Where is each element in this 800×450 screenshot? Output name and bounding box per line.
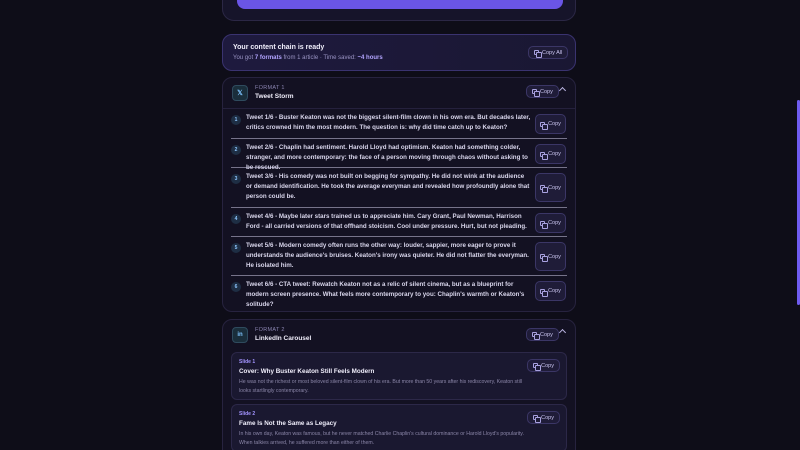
carousel-slide: Slide 1 Cover: Why Buster Keaton Still F… [231, 352, 567, 400]
format-label: FORMAT 1 [255, 85, 285, 91]
tweet-number: 2 [231, 145, 241, 155]
ready-subtitle: You got 7 formats from 1 article · Time … [233, 55, 383, 61]
chevron-up-icon[interactable] [558, 328, 567, 337]
tweet-text: Tweet 4/6 - Maybe later stars trained us… [246, 213, 527, 230]
slide-label: Slide 2 [239, 411, 256, 417]
generate-button[interactable] [237, 0, 563, 9]
tweet-number: 6 [231, 282, 241, 292]
tweet-item: 4 Tweet 4/6 - Maybe later stars trained … [231, 213, 567, 236]
tweet-text: Tweet 6/6 - CTA tweet: Rewatch Keaton no… [246, 281, 525, 308]
format-header[interactable]: 𝕏 FORMAT 1 Tweet Storm Copy [223, 78, 575, 108]
tweet-number: 1 [231, 115, 241, 125]
carousel-slide: Slide 2 Fame Is Not the Same as Legacy I… [231, 404, 567, 450]
copy-tweet-button[interactable]: Copy [535, 281, 566, 301]
format-name: LinkedIn Carousel [255, 335, 312, 342]
tweet-text: Tweet 3/6 - His comedy was not built on … [246, 173, 530, 200]
tweet-item: 6 Tweet 6/6 - CTA tweet: Rewatch Keaton … [231, 281, 567, 308]
copy-slide-button[interactable]: Copy [527, 411, 560, 424]
copy-icon [540, 288, 549, 297]
copy-icon [533, 363, 542, 371]
slide-body: He was not the richest or most beloved s… [239, 379, 523, 394]
copy-icon [540, 220, 549, 229]
format-name: Tweet Storm [255, 93, 294, 100]
tweet-number: 5 [231, 243, 241, 253]
format-label: FORMAT 2 [255, 327, 285, 333]
copy-icon [540, 151, 549, 160]
ready-title: Your content chain is ready [233, 44, 325, 51]
copy-icon [540, 121, 549, 130]
formats-count: 7 formats [254, 55, 282, 61]
divider [231, 236, 567, 237]
ready-banner: Your content chain is ready You got 7 fo… [222, 34, 576, 71]
slide-label: Slide 1 [239, 359, 256, 365]
tweet-item: 5 Tweet 5/6 - Modern comedy often runs t… [231, 242, 567, 273]
divider [231, 207, 567, 208]
x-logo-icon: 𝕏 [232, 85, 248, 101]
copy-icon [534, 50, 542, 58]
copy-icon [533, 415, 542, 423]
copy-tweet-button[interactable]: Copy [535, 144, 566, 164]
generate-card [222, 0, 576, 21]
copy-slide-button[interactable]: Copy [527, 359, 560, 372]
format-tweet-storm: 𝕏 FORMAT 1 Tweet Storm Copy 1 Tweet 1/6 … [222, 77, 576, 312]
copy-icon [532, 332, 540, 340]
tweet-text: Tweet 5/6 - Modern comedy often runs the… [246, 242, 529, 269]
copy-tweet-button[interactable]: Copy [535, 114, 566, 134]
format-linkedin-carousel: in FORMAT 2 LinkedIn Carousel Copy Slide… [222, 319, 576, 450]
tweet-item: 3 Tweet 3/6 - His comedy was not built o… [231, 173, 567, 204]
tweet-text: Tweet 1/6 - Buster Keaton was not the bi… [246, 114, 531, 131]
copy-tweet-button[interactable]: Copy [535, 213, 566, 233]
divider [223, 108, 575, 109]
copy-tweet-button[interactable]: Copy [535, 242, 566, 271]
slide-title: Cover: Why Buster Keaton Still Feels Mod… [239, 368, 375, 375]
chevron-up-icon[interactable] [558, 86, 567, 95]
slide-body: In his own day, Keaton was famous, but h… [239, 431, 524, 446]
tweet-item: 2 Tweet 2/6 - Chaplin had sentiment. Har… [231, 144, 567, 171]
copy-icon [532, 89, 540, 97]
tweet-number: 4 [231, 214, 241, 224]
format-header[interactable]: in FORMAT 2 LinkedIn Carousel Copy [223, 320, 575, 350]
copy-format-button[interactable]: Copy [526, 85, 559, 98]
copy-format-button[interactable]: Copy [526, 328, 559, 341]
copy-all-button[interactable]: Copy All [528, 46, 569, 59]
time-saved: ~4 hours [357, 55, 383, 61]
copy-icon [540, 254, 549, 262]
slide-title: Fame Is Not the Same as Legacy [239, 420, 337, 427]
copy-tweet-button[interactable]: Copy [535, 173, 566, 202]
tweet-item: 1 Tweet 1/6 - Buster Keaton was not the … [231, 114, 567, 137]
tweet-number: 3 [231, 174, 241, 184]
linkedin-icon: in [232, 327, 248, 343]
divider [231, 167, 567, 168]
divider [231, 275, 567, 276]
divider [231, 138, 567, 139]
copy-icon [540, 185, 549, 193]
